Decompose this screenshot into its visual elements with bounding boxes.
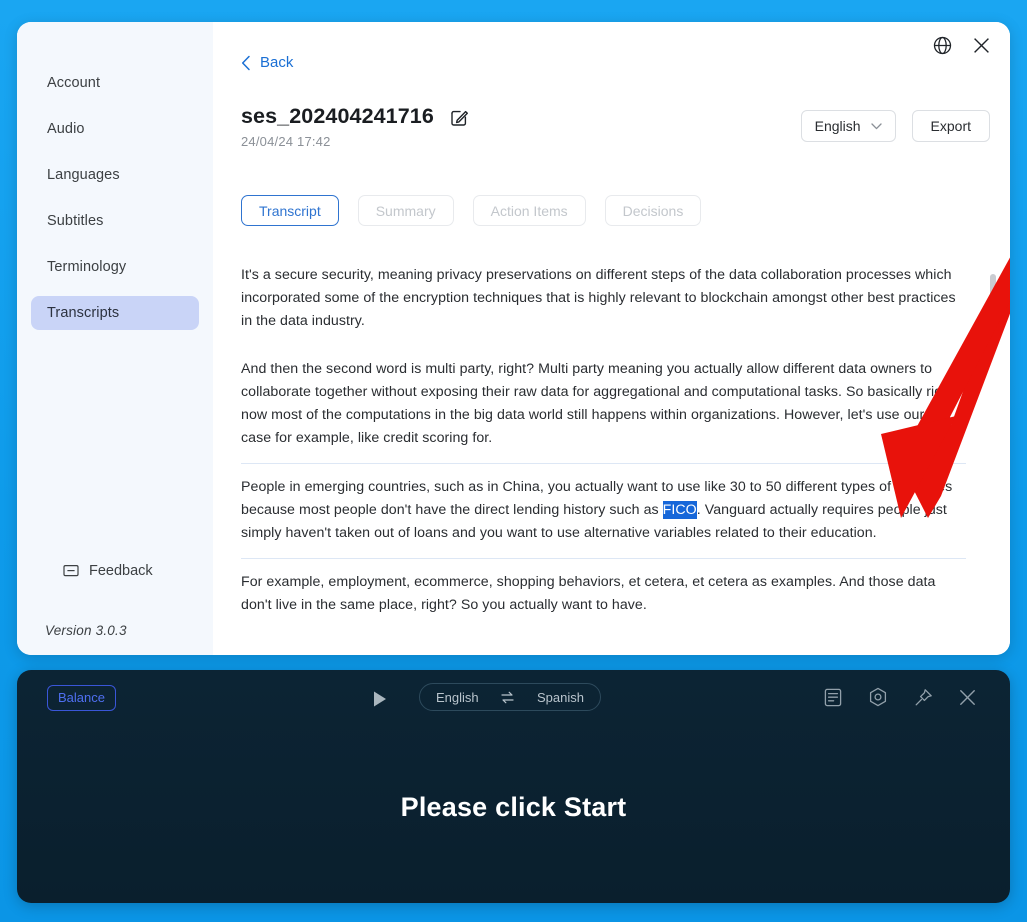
globe-icon[interactable] xyxy=(933,36,952,55)
export-label: Export xyxy=(930,118,971,134)
sidebar-item-languages[interactable]: Languages xyxy=(31,158,199,192)
swap-arrows-icon[interactable] xyxy=(500,691,515,704)
export-button[interactable]: Export xyxy=(911,110,990,142)
transcript-paragraph[interactable]: And then the second word is multi party,… xyxy=(241,346,966,463)
page-title: ses_202404241716 xyxy=(241,104,434,128)
feedback-button[interactable]: Feedback xyxy=(63,563,153,579)
selected-text-highlight[interactable]: FICO xyxy=(662,501,697,519)
tab-decisions[interactable]: Decisions xyxy=(604,195,702,226)
transcript-document-icon[interactable] xyxy=(824,688,842,707)
content-area: Back ses_202404241716 24/04/24 17:42 Eng… xyxy=(213,22,1010,655)
sidebar-item-account[interactable]: Account xyxy=(31,66,199,100)
transcript-body[interactable]: It's a secure security, meaning privacy … xyxy=(213,252,1010,655)
language-select-value: English xyxy=(814,118,861,134)
panel-tool-bar xyxy=(824,687,976,707)
language-pair-switcher[interactable]: English Spanish xyxy=(419,683,601,711)
back-button[interactable]: Back xyxy=(241,54,293,71)
tab-action-items[interactable]: Action Items xyxy=(472,195,586,226)
sidebar: Account Audio Languages Subtitles Termin… xyxy=(17,22,213,655)
edit-pencil-icon[interactable] xyxy=(449,106,469,128)
transcript-paragraph[interactable]: It's a secure security, meaning privacy … xyxy=(241,252,966,346)
sidebar-item-terminology[interactable]: Terminology xyxy=(31,250,199,284)
sidebar-item-transcripts[interactable]: Transcripts xyxy=(31,296,199,330)
title-block: ses_202404241716 24/04/24 17:42 xyxy=(241,104,469,149)
window-controls xyxy=(933,36,990,55)
play-icon[interactable] xyxy=(372,690,388,708)
sidebar-item-audio[interactable]: Audio xyxy=(31,112,199,146)
version-label: Version 3.0.3 xyxy=(45,623,127,638)
chevron-down-icon xyxy=(870,122,882,130)
settings-gear-icon[interactable] xyxy=(868,687,888,707)
pin-icon[interactable] xyxy=(914,688,933,707)
language-select[interactable]: English xyxy=(800,110,896,142)
sidebar-item-subtitles[interactable]: Subtitles xyxy=(31,204,199,238)
transcript-scrollbar-thumb[interactable] xyxy=(990,274,996,300)
document-timestamp: 24/04/24 17:42 xyxy=(241,134,331,149)
tab-transcript[interactable]: Transcript xyxy=(241,195,339,226)
tab-summary[interactable]: Summary xyxy=(357,195,454,226)
back-label: Back xyxy=(260,54,294,71)
transcript-paragraph-selected[interactable]: People in emerging countries, such as in… xyxy=(241,463,966,559)
balance-badge[interactable]: Balance xyxy=(47,685,116,711)
close-icon[interactable] xyxy=(959,689,976,706)
header-actions: English Export xyxy=(800,110,990,142)
panel-status-message: Please click Start xyxy=(400,792,627,822)
feedback-message-icon xyxy=(63,564,79,578)
translation-overlay-panel: Balance English Spanish Please click Sta… xyxy=(17,670,1010,903)
tab-bar: Transcript Summary Action Items Decision… xyxy=(241,195,702,226)
feedback-label: Feedback xyxy=(89,563,153,579)
chevron-left-icon xyxy=(241,55,251,71)
target-language-label: Spanish xyxy=(537,689,584,705)
settings-window: Account Audio Languages Subtitles Termin… xyxy=(17,22,1010,655)
transcript-paragraph[interactable]: For example, employment, ecommerce, shop… xyxy=(241,559,966,630)
close-icon[interactable] xyxy=(973,37,990,54)
source-language-label: English xyxy=(436,689,479,705)
